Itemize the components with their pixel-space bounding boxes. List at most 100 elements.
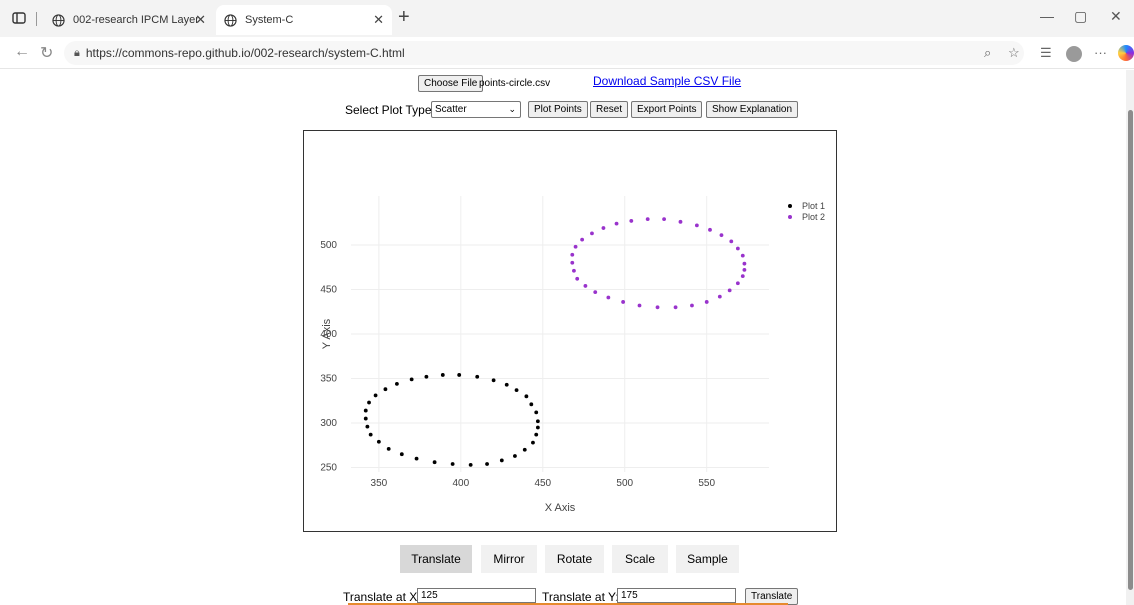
sidebar-toggle-icon[interactable] [12,11,26,25]
data-point [491,378,496,383]
address-bar-row: ← ↻ 🔒︎ https://commons-repo.github.io/00… [0,37,1134,69]
tab-mirror[interactable]: Mirror [481,545,537,573]
lock-icon: 🔒︎ [74,46,80,59]
data-point [735,281,740,286]
data-point [522,447,527,452]
data-point [450,462,455,466]
data-point [570,252,575,257]
tab-translate[interactable]: Translate [400,545,472,573]
data-point [485,462,489,466]
plot-area[interactable]: 350 400 450 500 550 250 300 350 400 450 500 X Axis Y… [303,130,837,532]
copilot-icon[interactable] [1118,45,1134,61]
translate-y-input[interactable] [617,588,736,603]
url-text: https://commons-repo.github.io/002-resea… [85,46,405,60]
restore-icon[interactable]: ▢ [1074,8,1087,25]
globe-icon [224,13,237,27]
data-point [534,432,539,437]
data-point [475,374,480,379]
tab-sample[interactable]: Sample [676,545,739,573]
data-point [365,424,370,429]
favorites-icon[interactable]: ☰ [1040,45,1052,61]
data-point [606,295,611,300]
data-point [468,462,473,467]
data-point [376,439,381,444]
data-point [363,408,368,413]
data-point [409,377,414,382]
translate-x-label: Translate at X: [343,590,421,604]
x-axis-label: X Axis [545,502,576,514]
data-point [621,300,626,304]
data-point [740,274,745,279]
minimize-icon[interactable]: — [1040,8,1054,24]
chevron-down-icon: ⌄ [508,104,516,114]
data-point [694,223,699,228]
data-point [383,387,388,392]
data-point [742,267,747,272]
data-point [729,239,734,244]
tab-rotate[interactable]: Rotate [545,545,604,573]
window-close-icon[interactable]: ✕ [1110,8,1122,25]
data-point [690,303,694,308]
data-point [742,261,747,266]
data-point [424,374,429,379]
new-tab-icon[interactable]: + [398,6,410,29]
close-tab-icon[interactable]: ✕ [373,12,384,28]
data-point [614,221,619,226]
plot-type-select[interactable]: Scatter ⌄ [431,101,521,118]
choose-file-button[interactable]: Choose File [418,75,484,92]
browser-tab-bar: 002-research IPCM Layer ✕ System-C ✕ + —… [0,0,1134,37]
data-point [513,454,517,458]
show-explanation-button[interactable]: Show Explanation [706,101,799,118]
plot-type-label: Select Plot Type: [345,103,435,117]
tab-ipcm-layer[interactable]: 002-research IPCM Layer ✕ [44,5,214,35]
translate-x-input[interactable] [417,588,536,603]
data-point [531,440,535,445]
globe-icon [52,13,65,27]
data-point [363,416,368,421]
y-tick-label: 300 [320,418,337,429]
data-point [662,217,666,222]
data-point [399,452,404,457]
export-points-button[interactable]: Export Points [631,101,703,118]
data-point [373,393,378,398]
y-tick-label: 250 [320,463,337,474]
data-point [580,237,585,242]
data-point [394,381,399,386]
data-point [386,446,391,451]
data-point [457,373,462,377]
data-point [708,227,712,232]
data-point [727,288,732,293]
data-point [704,300,709,304]
data-point [514,388,519,392]
reset-button[interactable]: Reset [590,101,629,118]
translate-y-label: Translate at Y: [542,590,619,604]
back-icon[interactable]: ← [14,43,30,61]
profile-avatar[interactable] [1066,46,1082,62]
close-tab-icon[interactable]: ✕ [195,12,206,28]
x-tick-label: 450 [534,478,551,489]
data-point [629,219,634,223]
plot-points-button[interactable]: Plot Points [528,101,588,118]
zoom-icon[interactable]: ⌕ [984,45,991,61]
url-field[interactable]: 🔒︎ https://commons-repo.github.io/002-re… [64,41,1024,65]
more-menu-icon[interactable]: ··· [1094,45,1107,60]
favorite-star-icon[interactable]: ☆ [1008,45,1020,61]
tab-system-c[interactable]: System-C ✕ [216,5,392,35]
tab-scale[interactable]: Scale [612,545,668,573]
data-point [368,432,373,437]
data-point [572,268,576,273]
legend-label: Plot 2 [802,212,825,222]
data-point [655,305,660,310]
y-tick-label: 450 [320,284,337,295]
data-point [637,303,642,308]
download-sample-link[interactable]: Download Sample CSV File [593,74,741,88]
tab-title: System-C [245,14,294,26]
scrollbar-thumb[interactable] [1128,110,1133,590]
data-point [414,456,419,461]
data-point [440,373,445,377]
refresh-icon[interactable]: ↻ [40,43,53,63]
data-point [583,284,588,288]
data-point [535,425,540,430]
scatter-chart: 350 400 450 500 550250300350400450500X AxisY… [320,196,825,514]
tab-separator [36,12,37,26]
